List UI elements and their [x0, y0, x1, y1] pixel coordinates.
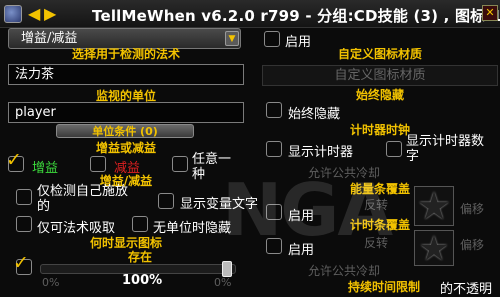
always-hide-label: 始终隐藏	[288, 107, 341, 122]
energy-bar-preview-icon: ★	[414, 186, 454, 226]
next-icon-arrow-icon[interactable]: ▶	[44, 6, 56, 22]
show-variable-text-checkbox[interactable]	[158, 193, 174, 209]
checkmark-icon: ✓	[13, 252, 29, 274]
close-button[interactable]: ✕	[482, 5, 498, 21]
any-checkbox[interactable]	[172, 156, 188, 172]
watermark: NGA	[222, 168, 393, 252]
enabled-checkbox[interactable]	[264, 31, 280, 47]
only-stealable-checkbox[interactable]	[16, 216, 32, 232]
timer-bar-offset-label: 偏移	[460, 238, 485, 252]
custom-texture-heading: 自定义图标材质	[337, 48, 422, 61]
chevron-down-icon[interactable]: ▼	[225, 31, 239, 46]
show-timer-text-checkbox[interactable]	[386, 141, 402, 157]
only-mine-checkbox[interactable]	[16, 189, 32, 205]
addon-logo-icon	[4, 5, 22, 23]
spell-input[interactable]: 法力茶	[8, 64, 244, 85]
slider-value-label: 100%	[122, 273, 163, 288]
debuff-checkbox[interactable]	[90, 156, 106, 172]
always-hide-heading: 始终隐藏	[355, 88, 404, 102]
slider-thumb[interactable]	[222, 261, 232, 277]
present-label: 存在	[127, 250, 152, 264]
timer-bar-preview-icon: ★	[414, 230, 454, 267]
slider-min-label: 0%	[42, 276, 60, 289]
icon-type-dropdown[interactable]: 增益/减益	[8, 28, 241, 49]
energy-bar-offset-label: 偏移	[460, 202, 485, 216]
only-mine-label: 仅检测自己施放的	[37, 184, 129, 214]
spell-heading: 选择用于检测的法术	[71, 48, 180, 61]
custom-texture-input[interactable]: 自定义图标材质	[262, 65, 498, 86]
unit-input-value: player	[15, 105, 56, 120]
spell-input-value: 法力茶	[15, 67, 55, 82]
custom-texture-placeholder: 自定义图标材质	[334, 68, 426, 83]
always-hide-checkbox[interactable]	[266, 102, 282, 118]
show-timer-text-label: 显示计时器数字	[406, 134, 485, 164]
hide-no-unit-checkbox[interactable]	[132, 216, 148, 232]
prev-icon-arrow-icon[interactable]: ◀	[28, 6, 40, 22]
allow-gcd-2-label: 允许公共冷却	[308, 264, 381, 278]
unit-input[interactable]: player	[8, 102, 244, 123]
show-timer-label: 显示计时器	[288, 145, 354, 160]
checkmark-icon: ✓	[6, 149, 22, 171]
slider-max-label: 0%	[214, 276, 232, 289]
icon-type-value: 增益/减益	[21, 31, 78, 46]
unit-conditions-button[interactable]: 单位条件 (0)	[56, 124, 194, 138]
duration-limit-heading: 持续时间限制	[347, 280, 420, 294]
show-timer-checkbox[interactable]	[266, 141, 282, 157]
window-title: TellMeWhen v6.2.0 r799 - 分组:CD技能 (3) , 图…	[92, 7, 500, 25]
opacity-label: 的不透明	[440, 282, 493, 297]
